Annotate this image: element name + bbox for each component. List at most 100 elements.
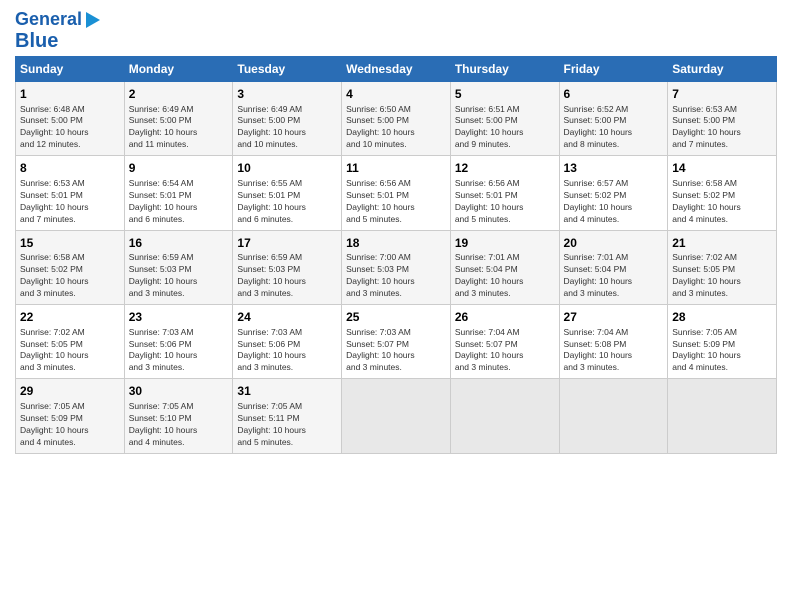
day-cell: 10Sunrise: 6:55 AMSunset: 5:01 PMDayligh… bbox=[233, 156, 342, 230]
day-detail: and 5 minutes. bbox=[455, 214, 555, 226]
day-number: 2 bbox=[129, 86, 229, 103]
day-detail: and 10 minutes. bbox=[237, 139, 337, 151]
day-detail: Sunset: 5:01 PM bbox=[237, 190, 337, 202]
day-detail: Sunrise: 7:03 AM bbox=[129, 327, 229, 339]
col-header-friday: Friday bbox=[559, 56, 668, 81]
day-detail: Sunset: 5:00 PM bbox=[346, 115, 446, 127]
day-detail: and 6 minutes. bbox=[237, 214, 337, 226]
calendar-table: SundayMondayTuesdayWednesdayThursdayFrid… bbox=[15, 56, 777, 454]
day-detail: Sunrise: 6:51 AM bbox=[455, 104, 555, 116]
day-cell: 28Sunrise: 7:05 AMSunset: 5:09 PMDayligh… bbox=[668, 304, 777, 378]
day-detail: Sunrise: 7:05 AM bbox=[672, 327, 772, 339]
day-cell: 6Sunrise: 6:52 AMSunset: 5:00 PMDaylight… bbox=[559, 81, 668, 155]
day-cell: 7Sunrise: 6:53 AMSunset: 5:00 PMDaylight… bbox=[668, 81, 777, 155]
col-header-sunday: Sunday bbox=[16, 56, 125, 81]
day-detail: and 4 minutes. bbox=[672, 362, 772, 374]
day-detail: Sunrise: 6:48 AM bbox=[20, 104, 120, 116]
day-detail: Sunset: 5:04 PM bbox=[455, 264, 555, 276]
col-header-thursday: Thursday bbox=[450, 56, 559, 81]
day-detail: and 3 minutes. bbox=[237, 288, 337, 300]
day-detail: Sunset: 5:01 PM bbox=[346, 190, 446, 202]
day-detail: and 3 minutes. bbox=[672, 288, 772, 300]
logo-text-blue: Blue bbox=[15, 30, 58, 52]
day-detail: Daylight: 10 hours bbox=[20, 127, 120, 139]
day-cell: 19Sunrise: 7:01 AMSunset: 5:04 PMDayligh… bbox=[450, 230, 559, 304]
day-number: 30 bbox=[129, 383, 229, 400]
day-detail: Sunrise: 6:49 AM bbox=[237, 104, 337, 116]
day-cell: 21Sunrise: 7:02 AMSunset: 5:05 PMDayligh… bbox=[668, 230, 777, 304]
day-detail: Sunrise: 7:03 AM bbox=[346, 327, 446, 339]
day-detail: Sunrise: 7:03 AM bbox=[237, 327, 337, 339]
day-detail: and 3 minutes. bbox=[346, 288, 446, 300]
day-detail: Sunset: 5:00 PM bbox=[129, 115, 229, 127]
day-detail: and 3 minutes. bbox=[129, 362, 229, 374]
day-cell: 16Sunrise: 6:59 AMSunset: 5:03 PMDayligh… bbox=[124, 230, 233, 304]
day-detail: and 3 minutes. bbox=[564, 362, 664, 374]
day-cell: 15Sunrise: 6:58 AMSunset: 5:02 PMDayligh… bbox=[16, 230, 125, 304]
day-cell: 26Sunrise: 7:04 AMSunset: 5:07 PMDayligh… bbox=[450, 304, 559, 378]
day-detail: Sunrise: 6:58 AM bbox=[672, 178, 772, 190]
day-detail: Sunset: 5:00 PM bbox=[237, 115, 337, 127]
day-cell bbox=[342, 379, 451, 453]
day-detail: Sunset: 5:02 PM bbox=[20, 264, 120, 276]
day-detail: and 8 minutes. bbox=[564, 139, 664, 151]
day-detail: Daylight: 10 hours bbox=[455, 202, 555, 214]
day-detail: and 5 minutes. bbox=[346, 214, 446, 226]
day-number: 9 bbox=[129, 160, 229, 177]
day-number: 3 bbox=[237, 86, 337, 103]
day-detail: and 3 minutes. bbox=[455, 362, 555, 374]
day-detail: Sunset: 5:05 PM bbox=[672, 264, 772, 276]
day-detail: Daylight: 10 hours bbox=[129, 425, 229, 437]
day-cell: 20Sunrise: 7:01 AMSunset: 5:04 PMDayligh… bbox=[559, 230, 668, 304]
day-detail: Sunrise: 6:53 AM bbox=[20, 178, 120, 190]
day-detail: Sunset: 5:07 PM bbox=[346, 339, 446, 351]
day-detail: Sunrise: 6:52 AM bbox=[564, 104, 664, 116]
day-detail: Sunset: 5:09 PM bbox=[20, 413, 120, 425]
day-detail: and 3 minutes. bbox=[564, 288, 664, 300]
day-detail: Sunset: 5:01 PM bbox=[129, 190, 229, 202]
logo-text-general: General bbox=[15, 10, 82, 30]
day-detail: Sunrise: 7:05 AM bbox=[20, 401, 120, 413]
day-number: 10 bbox=[237, 160, 337, 177]
day-number: 17 bbox=[237, 235, 337, 252]
day-detail: Sunset: 5:05 PM bbox=[20, 339, 120, 351]
day-detail: Daylight: 10 hours bbox=[129, 276, 229, 288]
day-cell: 18Sunrise: 7:00 AMSunset: 5:03 PMDayligh… bbox=[342, 230, 451, 304]
day-detail: Daylight: 10 hours bbox=[129, 127, 229, 139]
day-detail: Daylight: 10 hours bbox=[564, 202, 664, 214]
day-detail: Sunset: 5:03 PM bbox=[346, 264, 446, 276]
day-detail: Sunrise: 7:05 AM bbox=[237, 401, 337, 413]
day-number: 12 bbox=[455, 160, 555, 177]
day-detail: Sunrise: 6:56 AM bbox=[455, 178, 555, 190]
day-detail: Sunrise: 6:53 AM bbox=[672, 104, 772, 116]
day-detail: Sunset: 5:01 PM bbox=[455, 190, 555, 202]
day-detail: Sunrise: 7:01 AM bbox=[564, 252, 664, 264]
day-detail: Daylight: 10 hours bbox=[455, 127, 555, 139]
day-detail: Daylight: 10 hours bbox=[237, 276, 337, 288]
day-detail: Sunrise: 6:55 AM bbox=[237, 178, 337, 190]
day-detail: and 4 minutes. bbox=[564, 214, 664, 226]
day-number: 25 bbox=[346, 309, 446, 326]
day-detail: Daylight: 10 hours bbox=[346, 202, 446, 214]
day-cell: 17Sunrise: 6:59 AMSunset: 5:03 PMDayligh… bbox=[233, 230, 342, 304]
day-detail: and 3 minutes. bbox=[20, 288, 120, 300]
day-cell: 13Sunrise: 6:57 AMSunset: 5:02 PMDayligh… bbox=[559, 156, 668, 230]
day-detail: and 10 minutes. bbox=[346, 139, 446, 151]
day-number: 27 bbox=[564, 309, 664, 326]
day-detail: Sunset: 5:10 PM bbox=[129, 413, 229, 425]
day-number: 24 bbox=[237, 309, 337, 326]
day-detail: Sunset: 5:00 PM bbox=[20, 115, 120, 127]
day-number: 16 bbox=[129, 235, 229, 252]
day-detail: and 3 minutes. bbox=[237, 362, 337, 374]
day-cell: 11Sunrise: 6:56 AMSunset: 5:01 PMDayligh… bbox=[342, 156, 451, 230]
day-detail: Sunrise: 7:05 AM bbox=[129, 401, 229, 413]
day-detail: Daylight: 10 hours bbox=[672, 276, 772, 288]
day-number: 21 bbox=[672, 235, 772, 252]
day-detail: Daylight: 10 hours bbox=[672, 350, 772, 362]
day-number: 28 bbox=[672, 309, 772, 326]
week-row-4: 22Sunrise: 7:02 AMSunset: 5:05 PMDayligh… bbox=[16, 304, 777, 378]
day-detail: Sunrise: 7:04 AM bbox=[564, 327, 664, 339]
day-number: 13 bbox=[564, 160, 664, 177]
day-number: 4 bbox=[346, 86, 446, 103]
day-detail: and 3 minutes. bbox=[455, 288, 555, 300]
